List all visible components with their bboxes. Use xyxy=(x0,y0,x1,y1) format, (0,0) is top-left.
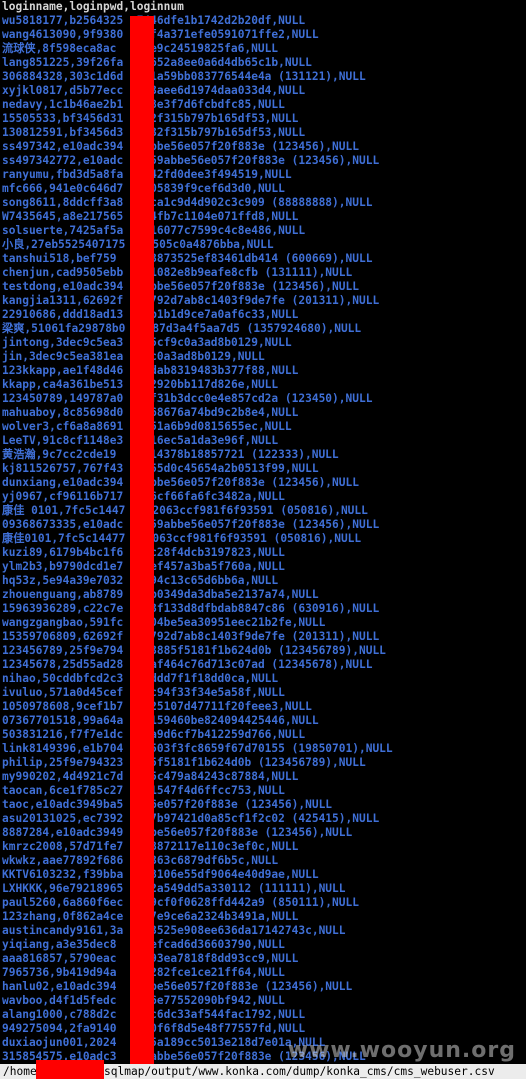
csv-row: LXHKKK,96e79218965 c92a549dd5a330112 (11… xyxy=(2,882,346,895)
csv-row: 09368673335,e10adc ba59abbe56e057f20f883… xyxy=(2,518,380,531)
csv-row: chenjun,cad9505ebb 1f1082e8b9eafe8cfb (1… xyxy=(2,266,353,279)
csv-row: kangjia1311,62692f f3792d7ab8c1403f9de7f… xyxy=(2,294,380,307)
csv-row: 12345678,25d55ad28 00af464c76d713c07ad (… xyxy=(2,658,373,671)
csv-row: testdong,e10adc394 9abbe56e057f20f883e (… xyxy=(2,280,359,293)
csv-row: ss497342,e10adc394 9abbe56e057f20f883e (… xyxy=(2,140,359,153)
csv-row: lang851225,39f26fa 9e652a8ee0a6d4db65c1b… xyxy=(2,56,312,69)
csv-row: wangzgangbao,591fc 4e04be5ea30951eec21b2… xyxy=(2,616,326,629)
csv-row: 康佳 0101,7fc5c1447 de2063ccf981f6f93591 (… xyxy=(2,504,368,517)
csv-row: 15963936289,c22c7e 533f133d8dfbdab8847c8… xyxy=(2,602,380,615)
csv-row: song8611,8ddcff3a8 89ca1c9d4d902c3c909 (… xyxy=(2,196,373,209)
csv-row: 8887284,e10adc3949 abbe56e057f20f883e (1… xyxy=(2,826,353,839)
csv-row: 1050978608,9cef1b7 e725107d47711f20feee3… xyxy=(2,700,312,713)
csv-row: paul5260,6a860f6ec 729cf0f0628ffd442a9 (… xyxy=(2,896,359,909)
csv-row: hanlu02,e10adc394 9abbe56e057f20f883e (1… xyxy=(2,980,353,993)
watermark: www.wooyun.org xyxy=(287,1038,516,1063)
redaction-bar xyxy=(130,16,154,1064)
csv-row: 123450789,149787a0 86f31b3dcc0e4e857cd2a… xyxy=(2,392,373,405)
csv-row: austincandy9161,3a 813525e908ee636da1714… xyxy=(2,924,346,937)
csv-row: kj811526757,767f43 9055d0c45654a2b0513f9… xyxy=(2,462,319,475)
redaction-bar-path xyxy=(36,1060,104,1079)
csv-row: philip,25f9e794323 885f5181f1b624d0b (12… xyxy=(2,756,366,769)
csv-row: link8149396,e1b704 b4503f3fc8659f67d7015… xyxy=(2,742,393,755)
csv-row: zhouenguang,ab8789 7eb0349da3dba5e2137a7… xyxy=(2,588,319,601)
csv-row: ss497342772,e10adc ba59abbe56e057f20f883… xyxy=(2,154,380,167)
csv-row: duxiaojun001,2024 7c25a189cc5013e218d7e0… xyxy=(2,1036,326,1049)
csv-row: 306884328,303c1d6d b91a59bb083776544e4a … xyxy=(2,70,366,83)
csv-row: 梁爽,51061fa29878b0 7587d3a4f5aa7d5 (13579… xyxy=(2,322,362,335)
csv-row: 15359706809,62692f f3792d7ab8c1403f9de7f… xyxy=(2,630,380,643)
csv-row: 康佳0101,7fc5c14477 e2063ccf981f6f93591 (0… xyxy=(2,532,362,545)
csv-row: asu20131025,ec7392 627b97421d0a85cf1f2c0… xyxy=(2,812,380,825)
csv-row: dunxiang,e10adc394 9abbe56e057f20f883e (… xyxy=(2,476,359,489)
csv-row: tanshui518,bef759 8d53873525ef83461db414… xyxy=(2,252,373,265)
csv-row: 07367701518,99a64a bd159460be82409442544… xyxy=(2,714,319,727)
terminal-window: loginname,loginpwd,loginnum wu5818177,b2… xyxy=(0,0,526,1079)
csv-row: wang4613090,9f9380 f6f4a371efe0591071ffe… xyxy=(2,28,319,41)
csv-row: taoc,e10adc3949ba5 e56e057f20f883e (1234… xyxy=(2,798,333,811)
csv-row: 123456789,25f9e794 453885f5181f1b624d0b … xyxy=(2,644,386,657)
csv-header: loginname,loginpwd,loginnum xyxy=(2,0,184,13)
csv-row: 黄浩瀚,9c7cc2cde19 6d314378b18857721 (12233… xyxy=(2,448,339,461)
csv-row: KKTV6103232,f39bba 328106e55df9064e40d9a… xyxy=(2,868,319,881)
